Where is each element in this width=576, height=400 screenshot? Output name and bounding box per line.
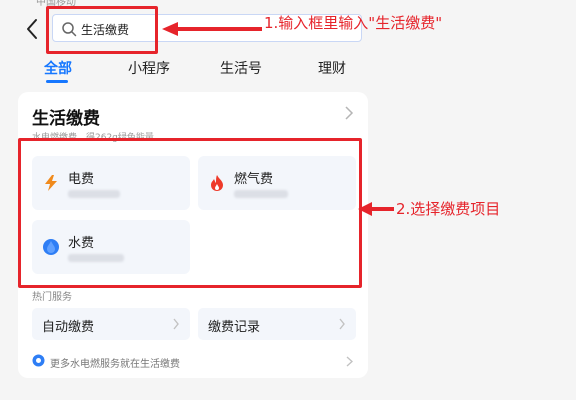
annotation-box-items	[18, 138, 362, 288]
chevron-right-icon	[173, 318, 179, 330]
annotation-arrow-left-icon	[162, 22, 262, 36]
chevron-right-icon[interactable]	[344, 106, 354, 120]
annotation-box-search	[46, 6, 158, 54]
button-label: 缴费记录	[208, 320, 261, 335]
tab-finance[interactable]: 理财	[318, 58, 346, 78]
annotation-arrow-left-icon	[358, 202, 394, 216]
card-title[interactable]: 生活缴费	[32, 104, 100, 129]
tab-mini-programs[interactable]: 小程序	[128, 58, 170, 78]
payment-history-button[interactable]: 缴费记录	[198, 308, 356, 340]
auto-pay-button[interactable]: 自动缴费	[32, 308, 190, 340]
hot-services-label: 热门服务	[32, 292, 72, 303]
chevron-right-icon	[339, 318, 345, 330]
chevron-right-icon[interactable]	[346, 356, 353, 367]
footer-link[interactable]: 更多水电燃服务就在生活缴费	[50, 355, 180, 370]
tab-life-accounts[interactable]: 生活号	[220, 58, 262, 78]
service-info-icon	[32, 354, 45, 367]
tab-all[interactable]: 全部	[44, 58, 72, 78]
button-label: 自动缴费	[42, 320, 95, 335]
tab-active-indicator	[46, 80, 68, 83]
annotation-step1: 1.输入框里输入"生活缴费"	[264, 14, 443, 32]
back-arrow-icon[interactable]	[22, 16, 44, 42]
annotation-step2: 2.选择缴费项目	[396, 200, 501, 218]
